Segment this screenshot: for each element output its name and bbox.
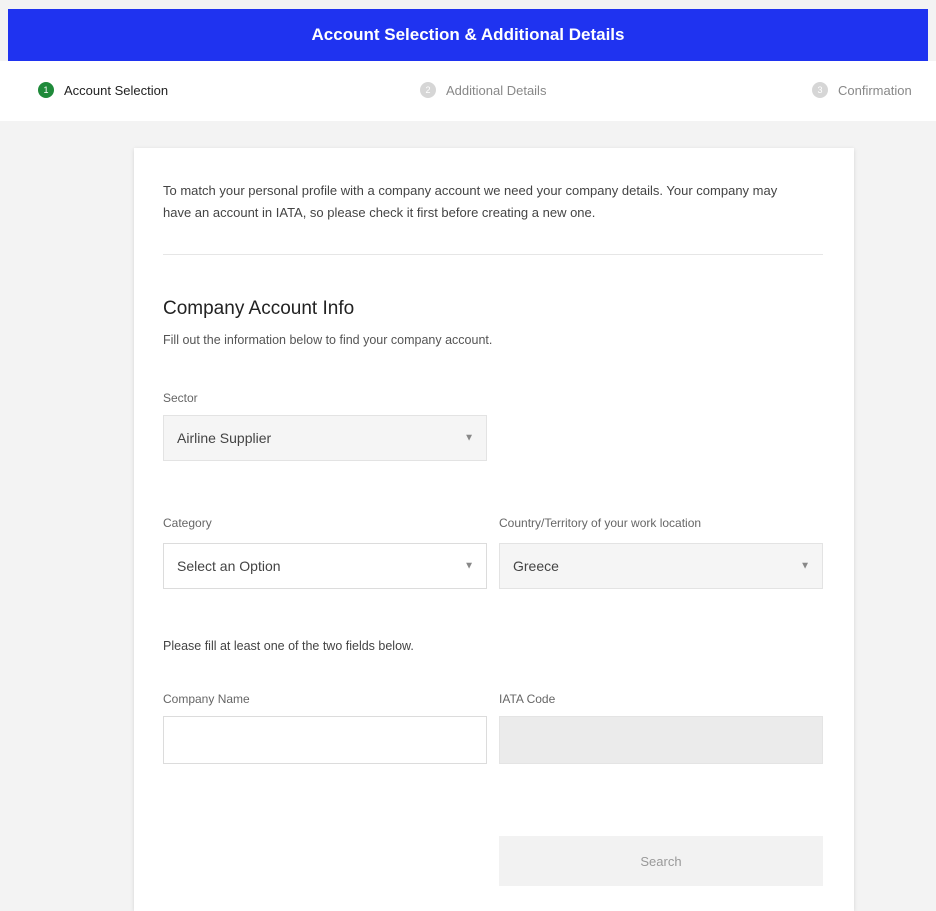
step-confirmation: 3 Confirmation <box>812 82 912 98</box>
page-title: Account Selection & Additional Details <box>311 25 625 44</box>
sector-value: Airline Supplier <box>177 430 272 446</box>
step-number-icon: 1 <box>38 82 54 98</box>
step-label: Account Selection <box>64 82 169 98</box>
category-select[interactable]: Select an Option ▼ <box>163 543 487 589</box>
category-label: Category <box>163 516 212 530</box>
fields-note: Please fill at least one of the two fiel… <box>163 639 414 653</box>
section-title: Company Account Info <box>163 298 355 319</box>
chevron-down-icon: ▼ <box>800 560 810 572</box>
sector-label: Sector <box>163 391 198 405</box>
divider <box>163 254 823 255</box>
step-label: Additional Details <box>446 82 547 98</box>
country-label: Country/Territory of your work location <box>499 516 702 530</box>
account-form-card: To match your personal profile with a co… <box>134 148 854 911</box>
step-label: Confirmation <box>838 82 912 98</box>
iata-code-label: IATA Code <box>499 692 556 706</box>
country-select[interactable]: Greece ▼ <box>499 543 823 589</box>
step-additional-details: 2 Additional Details <box>420 82 546 98</box>
section-subtitle: Fill out the information below to find y… <box>163 333 493 347</box>
step-account-selection: 1 Account Selection <box>38 82 168 98</box>
sector-select[interactable]: Airline Supplier ▼ <box>163 415 487 461</box>
search-button[interactable]: Search <box>499 836 823 886</box>
chevron-down-icon: ▼ <box>464 432 474 444</box>
company-name-input[interactable] <box>163 716 487 764</box>
page-header: Account Selection & Additional Details <box>8 9 928 61</box>
category-value: Select an Option <box>177 558 281 574</box>
chevron-down-icon: ▼ <box>464 560 474 572</box>
intro-text: To match your personal profile with a co… <box>163 183 778 220</box>
step-number-icon: 3 <box>812 82 828 98</box>
country-value: Greece <box>513 558 559 574</box>
iata-code-input[interactable] <box>499 716 823 764</box>
progress-stepper: 1 Account Selection 2 Additional Details… <box>0 61 936 121</box>
company-name-label: Company Name <box>163 692 250 706</box>
step-number-icon: 2 <box>420 82 436 98</box>
